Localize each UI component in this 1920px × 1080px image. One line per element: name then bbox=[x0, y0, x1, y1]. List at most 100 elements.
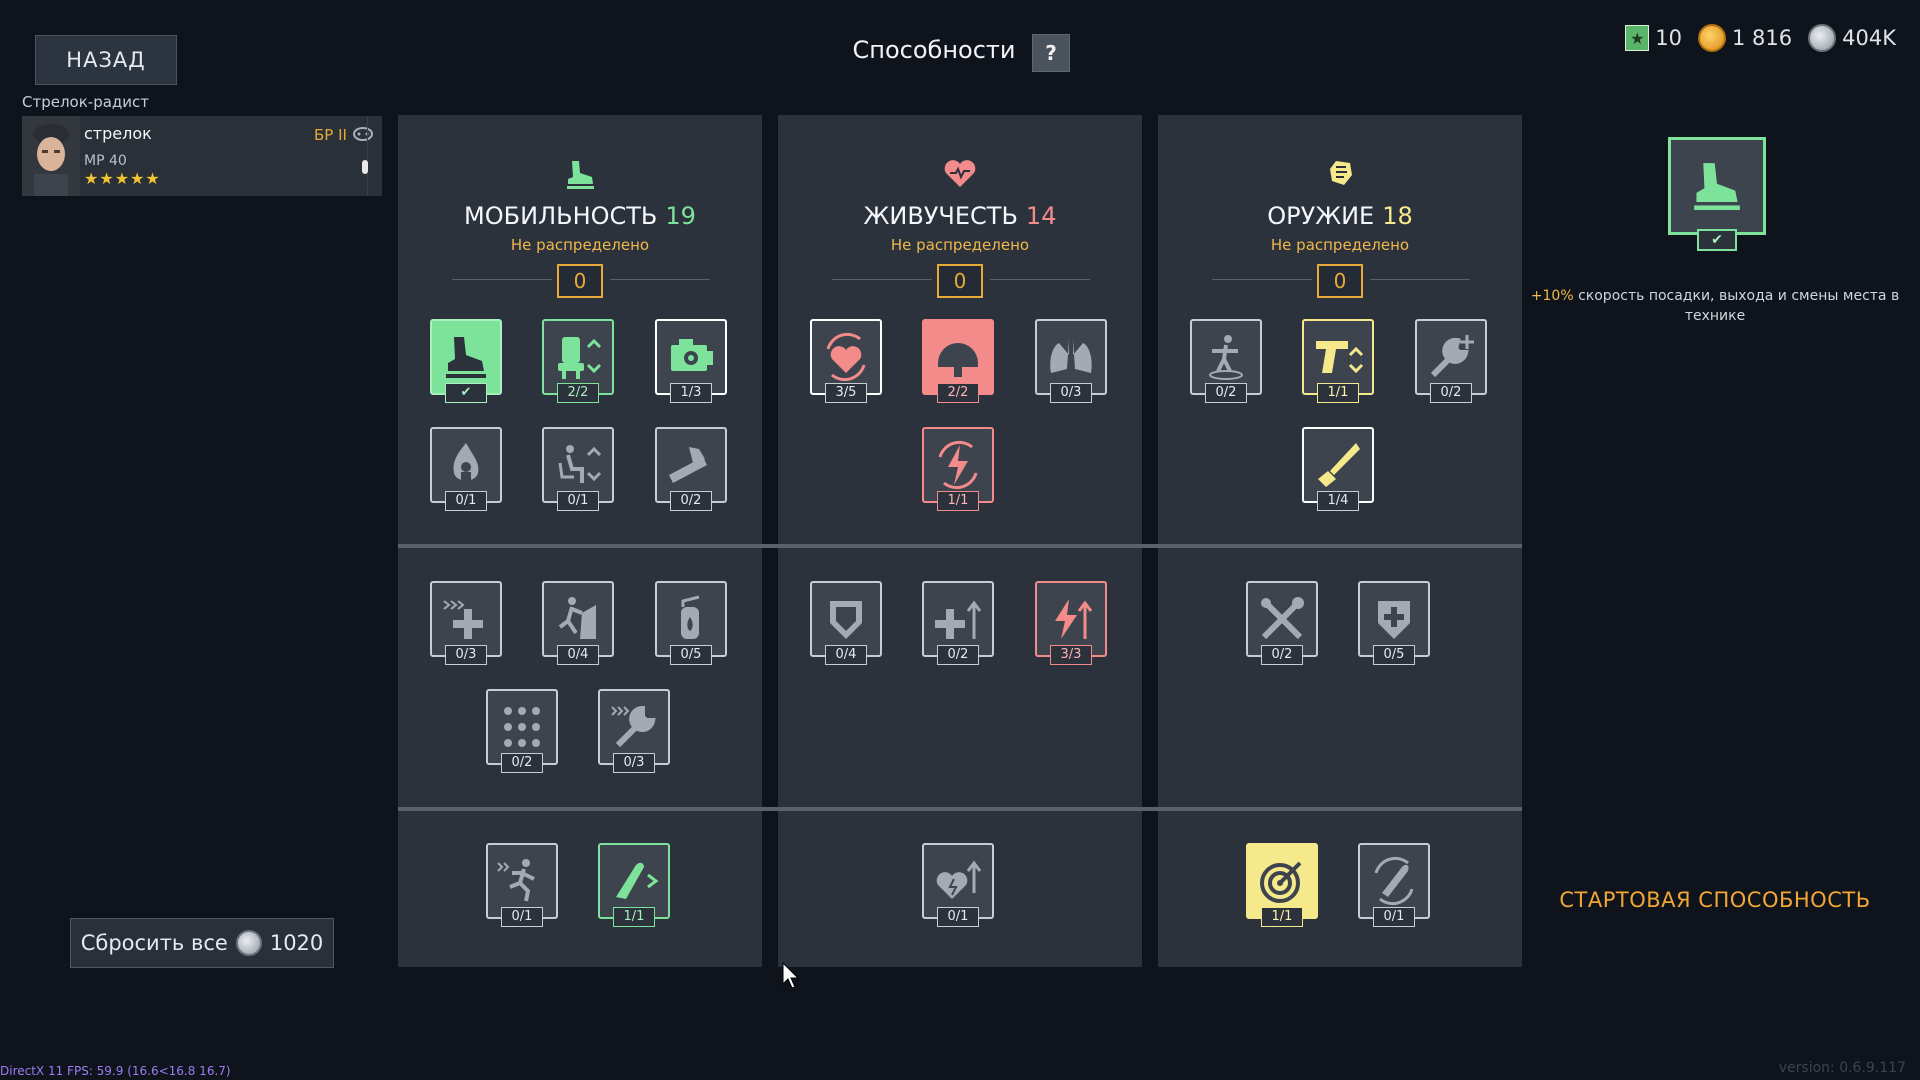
boot-icon bbox=[1694, 163, 1740, 210]
skill-field-repair[interactable]: 0/2 bbox=[1246, 581, 1318, 665]
skill-level: 0/1 bbox=[501, 907, 543, 927]
skill-level: 2/2 bbox=[557, 383, 599, 403]
weapons-title: ОРУЖИЕ 18 bbox=[1267, 202, 1413, 230]
seat-icon bbox=[558, 337, 602, 379]
engine-icon bbox=[671, 339, 713, 371]
skill-helmet[interactable]: 2/2 bbox=[922, 319, 994, 403]
bullet-icon bbox=[362, 160, 368, 174]
selected-skill-preview bbox=[1668, 137, 1766, 235]
reset-label: Сбросить все bbox=[80, 931, 228, 955]
skill-level: 0/1 bbox=[557, 491, 599, 511]
skill-revive[interactable]: 3/5 bbox=[810, 319, 882, 403]
running-man-icon bbox=[497, 859, 535, 902]
skill-armor-repair[interactable]: 0/5 bbox=[1358, 581, 1430, 665]
tier-divider-1 bbox=[398, 544, 1522, 548]
crew-stars: ★★★★★ bbox=[84, 169, 161, 188]
skill-reload-speed[interactable]: 1/1 bbox=[598, 843, 670, 927]
extinguisher-icon bbox=[681, 595, 700, 639]
lightning-upgrade-icon bbox=[1055, 599, 1093, 639]
skill-melee[interactable]: 1/4 bbox=[1302, 427, 1374, 511]
tools-icon bbox=[1261, 597, 1304, 640]
crew-card[interactable]: стрелок MP 40 ★★★★★ БР II bbox=[22, 116, 382, 196]
help-button[interactable]: ? bbox=[1032, 34, 1070, 72]
mobility-line-left bbox=[452, 279, 552, 280]
skill-climb[interactable]: 0/4 bbox=[542, 581, 614, 665]
skill-quick-heal[interactable]: 0/3 bbox=[430, 581, 502, 665]
lightning-cycle-icon bbox=[938, 440, 978, 490]
skill-vehicle-entry-speed[interactable]: ✔ bbox=[430, 319, 502, 403]
skill-seat-switch[interactable]: 0/1 bbox=[542, 427, 614, 511]
weapons-unassigned-label: Не распределено bbox=[1270, 236, 1410, 254]
skill-level: 1/4 bbox=[1317, 491, 1359, 511]
skill-aim[interactable]: 1/1 bbox=[1246, 843, 1318, 927]
crew-card-side bbox=[367, 116, 383, 196]
skill-reload-cycle[interactable]: 0/1 bbox=[1358, 843, 1430, 927]
starting-skill-label: СТАРТОВАЯ СПОСОБНОСТЬ bbox=[1559, 888, 1871, 912]
skill-level: 0/4 bbox=[557, 645, 599, 665]
tier-divider-2 bbox=[398, 807, 1522, 811]
target-icon bbox=[1260, 861, 1302, 903]
skill-level: 0/2 bbox=[1261, 645, 1303, 665]
heart-upgrade-icon bbox=[936, 860, 982, 899]
gold-count: 1 816 bbox=[1732, 26, 1793, 50]
skill-level: 0/1 bbox=[937, 907, 979, 927]
fast-wrench-icon bbox=[611, 705, 656, 748]
skill-level: 2/2 bbox=[937, 383, 979, 403]
fps-counter: DirectX 11 FPS: 59.9 (16.6<16.8 16.7) bbox=[0, 1064, 231, 1078]
crew-weapon: MP 40 bbox=[84, 153, 127, 169]
soldier-aim-icon bbox=[1209, 335, 1243, 380]
skill-weapon-swap[interactable]: 1/1 bbox=[1302, 319, 1374, 403]
mobility-line-right bbox=[610, 279, 710, 280]
skill-sprint[interactable]: 0/1 bbox=[486, 843, 558, 927]
skill-level: 1/1 bbox=[1261, 907, 1303, 927]
silver-coin-icon bbox=[235, 930, 262, 956]
skill-seat-swap[interactable]: 2/2 bbox=[542, 319, 614, 403]
skill-level: 0/1 bbox=[445, 491, 487, 511]
bullet-reload-icon bbox=[616, 862, 659, 899]
skill-adrenaline[interactable]: 1/1 bbox=[922, 427, 994, 511]
helmet-icon bbox=[938, 343, 978, 377]
skill-gearbox[interactable]: 0/2 bbox=[486, 689, 558, 773]
skill-vitality-upgrade[interactable]: 0/1 bbox=[922, 843, 994, 927]
skill-fast-repair[interactable]: 0/3 bbox=[598, 689, 670, 773]
skill-weapon-repair[interactable]: 0/2 bbox=[1415, 319, 1487, 403]
crew-role-label: Стрелок-радист bbox=[22, 93, 150, 111]
gold-currency: 1 816 bbox=[1698, 24, 1792, 52]
skill-extinguisher[interactable]: 0/5 bbox=[655, 581, 727, 665]
boot-icon bbox=[562, 155, 598, 195]
skill-level: 1/1 bbox=[613, 907, 655, 927]
star-rank-icon: ★ bbox=[1625, 25, 1650, 51]
currency-bar: ★ 10 1 816 404K bbox=[1625, 24, 1896, 52]
wrench-plus-icon bbox=[1430, 335, 1474, 378]
weapons-unassigned-count: 0 bbox=[1317, 264, 1363, 298]
skill-armor[interactable]: 0/4 bbox=[810, 581, 882, 665]
mobility-unassigned-label: Не распределено bbox=[510, 236, 650, 254]
skill-level: 1/1 bbox=[937, 491, 979, 511]
check-icon: ✔ bbox=[1697, 229, 1737, 251]
silver-coin-icon bbox=[1808, 24, 1837, 52]
skill-stamina-boost[interactable]: 3/3 bbox=[1035, 581, 1107, 665]
skill-fire-resist[interactable]: 0/1 bbox=[430, 427, 502, 511]
heart-icon bbox=[942, 155, 978, 195]
skill-bayonet-move[interactable]: 0/2 bbox=[1190, 319, 1262, 403]
skill-level: 1/3 bbox=[670, 383, 712, 403]
crew-battle-rating: БР II bbox=[314, 126, 347, 144]
medkit-upgrade-icon bbox=[935, 600, 982, 639]
skill-level: 0/5 bbox=[670, 645, 712, 665]
skill-engine[interactable]: 1/3 bbox=[655, 319, 727, 403]
star-currency: ★ 10 bbox=[1625, 25, 1682, 51]
skill-pedal[interactable]: 0/2 bbox=[655, 427, 727, 511]
skill-lungs[interactable]: 0/3 bbox=[1035, 319, 1107, 403]
skill-level: 0/2 bbox=[1430, 383, 1472, 403]
silver-count: 404K bbox=[1842, 26, 1896, 50]
page-title: Способности bbox=[852, 36, 1016, 64]
reset-all-button[interactable]: Сбросить все 1020 bbox=[70, 918, 334, 968]
check-icon: ✔ bbox=[445, 383, 487, 403]
reset-cost: 1020 bbox=[269, 931, 324, 955]
lungs-icon bbox=[1050, 339, 1092, 373]
pistol-swap-icon bbox=[1316, 341, 1364, 374]
weapons-line-right bbox=[1370, 279, 1470, 280]
vitality-line-right bbox=[990, 279, 1090, 280]
skill-level: 0/3 bbox=[1050, 383, 1092, 403]
skill-medkit-upgrade[interactable]: 0/2 bbox=[922, 581, 994, 665]
